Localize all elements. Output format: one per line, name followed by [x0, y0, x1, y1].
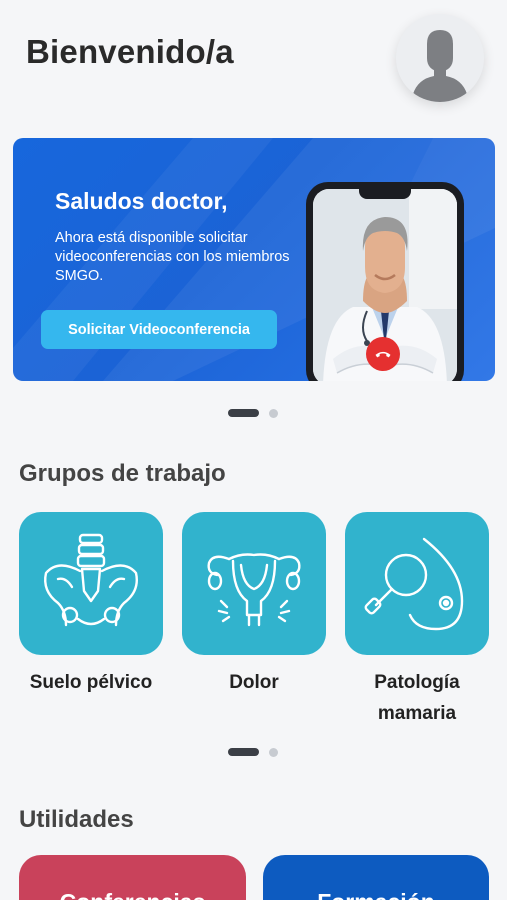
- phone-screen: [313, 189, 457, 381]
- user-silhouette-icon: [396, 14, 484, 102]
- pelvis-icon: [44, 533, 138, 626]
- groups-section-title: Grupos de trabajo: [19, 460, 226, 487]
- banner-description: Ahora está disponible solicitar videocon…: [55, 230, 290, 284]
- hangup-call-icon: [366, 337, 400, 371]
- header: Bienvenido/a: [0, 0, 507, 115]
- conferences-button[interactable]: Conferencias: [19, 855, 246, 900]
- training-button[interactable]: Formación: [263, 855, 489, 900]
- user-avatar-icon[interactable]: [396, 14, 484, 102]
- utilities-section-title: Utilidades: [19, 806, 134, 833]
- pager-dot[interactable]: [269, 408, 278, 418]
- phone-notch: [359, 189, 411, 199]
- group-tile[interactable]: [19, 512, 163, 655]
- group-label: Patología mamaria: [374, 672, 460, 724]
- group-tile[interactable]: [182, 512, 326, 655]
- pager-dot-active[interactable]: [228, 748, 259, 756]
- uterus-pain-icon: [207, 552, 301, 626]
- group-card-breast-pathology[interactable]: Patología mamaria: [345, 512, 489, 729]
- banner-pager: [228, 408, 278, 418]
- group-tile[interactable]: [345, 512, 489, 655]
- group-label: Dolor: [229, 672, 279, 693]
- videoconference-banner[interactable]: Saludos doctor, Ahora está disponible so…: [13, 138, 495, 381]
- training-label: Formación: [263, 889, 489, 900]
- group-card-pain[interactable]: Dolor: [182, 512, 326, 698]
- group-label: Suelo pélvico: [29, 672, 153, 693]
- page-title: Bienvenido/a: [26, 33, 234, 70]
- banner-heading: Saludos doctor,: [55, 188, 228, 214]
- conferences-label: Conferencias: [19, 889, 246, 900]
- groups-pager: [228, 747, 278, 757]
- breast-exam-icon: [364, 537, 464, 630]
- group-card-pelvic-floor[interactable]: Suelo pélvico: [19, 512, 163, 698]
- phone-hangup-icon: [375, 351, 391, 358]
- pager-dot-active[interactable]: [228, 409, 259, 417]
- phone-illustration: [306, 182, 464, 381]
- pager-dot[interactable]: [269, 747, 278, 757]
- request-videoconference-button[interactable]: Solicitar Videoconferencia: [41, 310, 277, 349]
